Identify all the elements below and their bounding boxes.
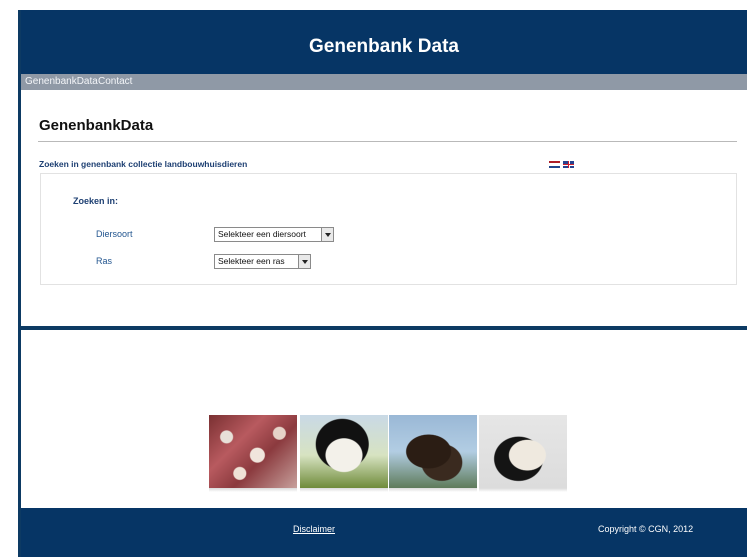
site-footer: Disclaimer Copyright © CGN, 2012 <box>21 508 747 557</box>
search-heading: Zoeken in genenbank collectie landbouwhu… <box>39 159 248 169</box>
site-title: Genenbank Data <box>309 36 459 57</box>
photo-reflection <box>479 488 567 492</box>
seeds-photo <box>209 415 297 488</box>
title-divider <box>38 141 737 142</box>
ras-select[interactable]: Selekteer een ras <box>214 254 311 269</box>
animal-gallery <box>209 415 567 492</box>
ras-select-value: Selekteer een ras <box>218 256 285 266</box>
page-frame: Genenbank Data GenenbankData Contact Gen… <box>0 0 747 557</box>
chevron-down-icon[interactable] <box>298 255 310 268</box>
cow-photo <box>300 415 388 488</box>
page-title: GenenbankData <box>39 117 154 134</box>
copyright-text: Copyright © CGN, 2012 <box>598 524 694 534</box>
goat-photo <box>479 415 567 488</box>
left-margin <box>0 0 18 557</box>
main-content: GenenbankData Zoeken in genenbank collec… <box>21 90 747 326</box>
uk-flag-icon[interactable] <box>563 161 574 168</box>
nl-flag-icon[interactable] <box>549 161 560 168</box>
search-panel: Zoeken in: Diersoort Selekteer een diers… <box>40 173 737 285</box>
site-header: Genenbank Data <box>21 10 747 74</box>
diersoort-select-value: Selekteer een diersoort <box>218 229 306 239</box>
photo-reflection <box>300 488 388 492</box>
nav-item-contact[interactable]: Contact <box>98 76 132 87</box>
photo-reflection <box>209 488 297 492</box>
chevron-down-icon[interactable] <box>321 228 333 241</box>
photo-reflection <box>389 488 477 492</box>
search-in-label: Zoeken in: <box>73 196 119 206</box>
diersoort-select[interactable]: Selekteer een diersoort <box>214 227 334 242</box>
diersoort-label: Diersoort <box>96 229 133 239</box>
horse-photo <box>389 415 477 488</box>
content-bottom-border <box>21 326 747 330</box>
top-nav: GenenbankData Contact <box>21 74 747 90</box>
nav-item-genenbankdata[interactable]: GenenbankData <box>25 76 98 87</box>
disclaimer-link[interactable]: Disclaimer <box>293 524 335 534</box>
ras-label: Ras <box>96 256 113 266</box>
